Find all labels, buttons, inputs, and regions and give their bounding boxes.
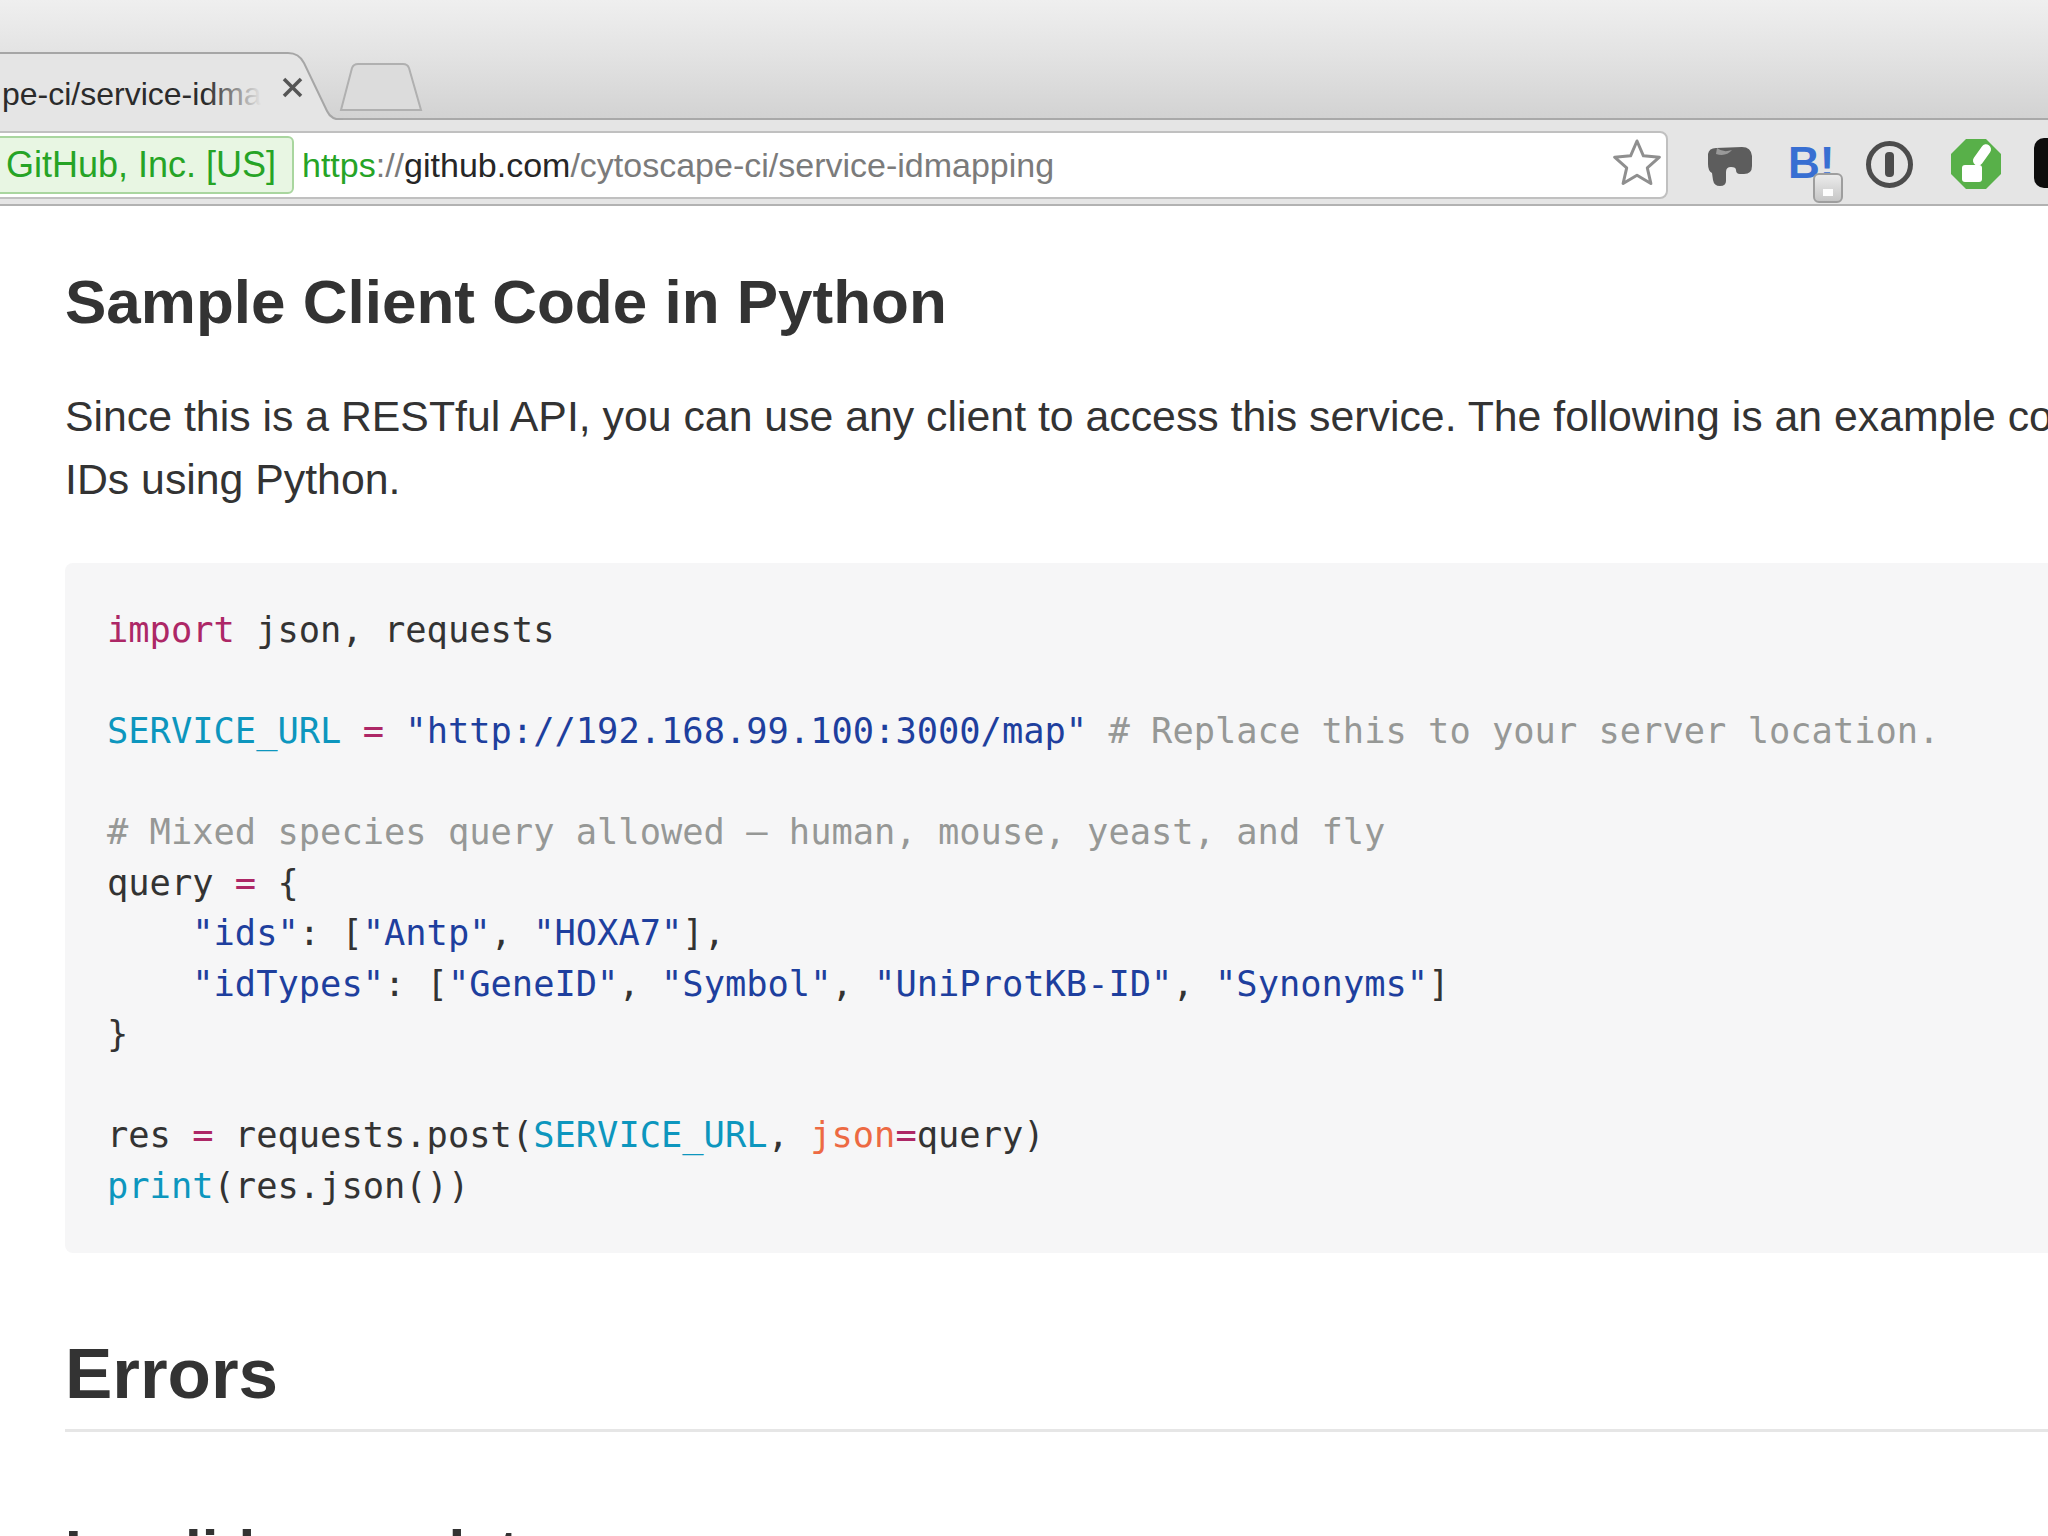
page-title: Sample Client Code in Python [65, 266, 947, 337]
hatena-badge-box [1813, 173, 1843, 203]
url-text[interactable]: https://github.com/cytoscape-ci/service-… [302, 131, 1054, 199]
code-token: : [ [299, 912, 363, 953]
code-token: "http://192.168.99.100:3000/map" [405, 710, 1087, 751]
code-token [341, 710, 362, 751]
url-separator: :// [376, 146, 404, 184]
code-token: "HOXA7" [533, 912, 682, 953]
menu-extension-icon[interactable] [2034, 138, 2048, 188]
code-token: = [192, 1114, 213, 1155]
code-token: import [107, 609, 235, 650]
code-token: query [107, 862, 235, 903]
code-token: SERVICE_URL [107, 710, 341, 751]
code-token: ], [682, 912, 725, 953]
code-line: # Mixed species query allowed — human, m… [107, 807, 2048, 858]
partial-heading: Invalid gene data [65, 1517, 552, 1536]
code-token: # Replace this to your server location. [1108, 710, 1939, 751]
code-token [107, 963, 192, 1004]
code-token: res [107, 1114, 192, 1155]
url-host: github.com [404, 146, 570, 184]
code-token: print [107, 1165, 214, 1206]
url-scheme: https [302, 146, 376, 184]
code-token: = [363, 710, 384, 751]
code-token: SERVICE_URL [533, 1114, 767, 1155]
code-line [107, 757, 2048, 808]
code-line: query = { [107, 858, 2048, 909]
code-token: "ids" [192, 912, 299, 953]
onepassword-keyhole [1885, 152, 1894, 177]
tab-title-fade [206, 60, 280, 116]
code-token: , [618, 963, 661, 1004]
code-line: SERVICE_URL = "http://192.168.99.100:300… [107, 706, 2048, 757]
code-token: , [1172, 963, 1215, 1004]
code-line: print(res.json()) [107, 1161, 2048, 1212]
ev-certificate-badge[interactable]: GitHub, Inc. [US] [0, 136, 294, 194]
code-token: , [768, 1114, 811, 1155]
code-line: } [107, 1009, 2048, 1060]
code-token: "idTypes" [192, 963, 384, 1004]
thumbsup-fist [1962, 165, 1982, 182]
code-token: "UniProtKB-ID" [874, 963, 1172, 1004]
section-divider [65, 1429, 2048, 1432]
code-token: { [256, 862, 299, 903]
code-line [107, 656, 2048, 707]
code-token: "GeneID" [448, 963, 618, 1004]
new-tab-button[interactable] [341, 64, 421, 110]
hatena-badge-dot [1823, 189, 1833, 196]
errors-heading: Errors [65, 1333, 278, 1414]
code-token: , [491, 912, 534, 953]
code-token: (res.json()) [214, 1165, 470, 1206]
paragraph-line1: Since this is a RESTful API, you can use… [65, 392, 2048, 441]
code-block: import json, requests SERVICE_URL = "htt… [65, 563, 2048, 1253]
code-token [1087, 710, 1108, 751]
evernote-elephant [1708, 147, 1752, 186]
code-token: = [895, 1114, 916, 1155]
code-line: "ids": ["Antp", "HOXA7"], [107, 908, 2048, 959]
code-token: : [ [384, 963, 448, 1004]
code-token: "Antp" [363, 912, 491, 953]
code-token: "Synonyms" [1215, 963, 1428, 1004]
code-token: query) [917, 1114, 1045, 1155]
code-token: json [810, 1114, 895, 1155]
code-token: # Mixed species query allowed — human, m… [107, 811, 1385, 852]
code-token: requests.post( [214, 1114, 534, 1155]
code-token: json, requests [235, 609, 555, 650]
code-line [107, 1060, 2048, 1111]
code-token: "Symbol" [661, 963, 831, 1004]
code-token: = [235, 862, 256, 903]
code-token: ] [1428, 963, 1449, 1004]
tab-shapes [0, 0, 2048, 122]
code-line: import json, requests [107, 605, 2048, 656]
code-token: } [107, 1013, 128, 1054]
code-token [107, 912, 192, 953]
bookmark-star-icon[interactable] [1610, 136, 1666, 192]
code-token: , [831, 963, 874, 1004]
url-path: /cytoscape-ci/service-idmapping [570, 146, 1054, 184]
evernote-extension-icon[interactable] [1702, 144, 1754, 186]
code-token [384, 710, 405, 751]
paragraph-line2: IDs using Python. [65, 455, 400, 504]
code-line: res = requests.post(SERVICE_URL, json=qu… [107, 1110, 2048, 1161]
code-line: "idTypes": ["GeneID", "Symbol", "UniProt… [107, 959, 2048, 1010]
